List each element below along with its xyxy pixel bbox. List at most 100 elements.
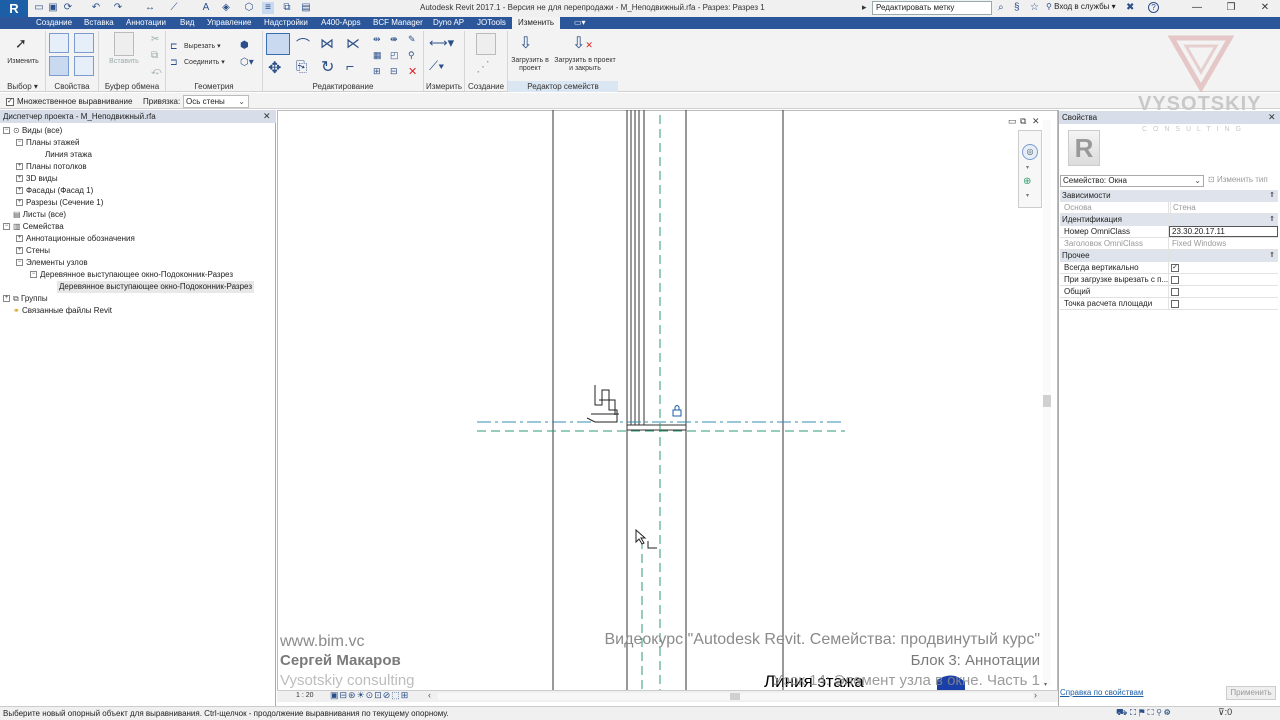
horizontal-scroll-thumb[interactable]: [730, 693, 740, 700]
tab-addins[interactable]: Надстройки: [264, 17, 308, 29]
tree-node-ceiling-plans[interactable]: + Планы потолков: [16, 161, 87, 173]
exchange-apps-icon[interactable]: ✖: [1126, 2, 1134, 13]
type-selector-dropdown[interactable]: Семейство: Окна ⌄: [1060, 175, 1204, 187]
panel-select[interactable]: Выбор ▾: [0, 81, 45, 92]
cut-icon[interactable]: ✂: [151, 34, 159, 45]
open-icon[interactable]: ▭: [33, 2, 45, 14]
tab-jotools[interactable]: JOTools: [477, 17, 506, 29]
always-vertical-checkbox[interactable]: ✓: [1171, 264, 1179, 272]
properties-help-link[interactable]: Справка по свойствам: [1060, 688, 1143, 697]
thin-lines-icon[interactable]: ≡: [262, 2, 274, 14]
group-other[interactable]: Прочее ⇑: [1060, 250, 1278, 262]
measure-icon[interactable]: ↔: [144, 2, 156, 14]
move-icon[interactable]: ✥: [268, 58, 281, 78]
subscription-icon[interactable]: §: [1014, 2, 1020, 13]
cut-geometry-icon[interactable]: ⊏: [170, 41, 178, 52]
application-menu-button[interactable]: R: [0, 0, 28, 17]
measure-distance-icon[interactable]: ⟷▾: [429, 35, 454, 51]
tab-bcf-manager[interactable]: BCF Manager: [373, 17, 423, 29]
selection-filter-icons[interactable]: ⛟⛶⚑⛶⚲⚙: [1116, 707, 1173, 719]
close-browser-icon[interactable]: ✕: [263, 111, 271, 122]
family-category-icon[interactable]: [74, 56, 94, 76]
view-restore-icon[interactable]: ⧉: [1020, 116, 1026, 127]
shared-checkbox[interactable]: [1171, 288, 1179, 296]
snap-select[interactable]: Ось стены ⌄: [183, 95, 249, 108]
section-icon[interactable]: ⬡: [243, 2, 255, 14]
room-calc-checkbox[interactable]: [1171, 300, 1179, 308]
view-control-icons[interactable]: ▣⊟⊛☀⊙⊡⊘⬚⊞: [330, 690, 409, 701]
split-gap-icon[interactable]: ⇼: [390, 34, 398, 45]
help-icon[interactable]: ?: [1148, 2, 1159, 13]
pin-icon[interactable]: ✎: [408, 34, 416, 45]
tree-node-detail-items[interactable]: − Элементы узлов: [16, 257, 88, 269]
undo-icon[interactable]: ↶: [90, 2, 102, 14]
load-into-project-icon[interactable]: ⇩: [519, 33, 532, 53]
apply-button[interactable]: Применить: [1226, 686, 1276, 700]
trim-multiple-icon[interactable]: ⊟: [390, 66, 398, 77]
tab-create[interactable]: Создание: [36, 17, 72, 29]
tree-node-floor-plans[interactable]: − Планы этажей: [16, 137, 79, 149]
tree-node-3d-views[interactable]: +3D виды: [16, 173, 58, 185]
dimension-icon[interactable]: ⟋: [168, 2, 180, 14]
join-geometry-button[interactable]: Соединить ▾: [184, 59, 225, 67]
delete-icon[interactable]: ✕: [408, 65, 417, 78]
load-and-close-button[interactable]: Загрузить в проект и закрыть: [552, 57, 618, 73]
type-properties-icon[interactable]: [49, 33, 69, 53]
rotate-icon[interactable]: ↻: [321, 57, 334, 77]
view-scale[interactable]: 1 : 20: [296, 692, 314, 699]
tree-item-floor-line[interactable]: Линия этажа: [45, 149, 92, 161]
mirror-draw-icon[interactable]: ⋉: [346, 35, 360, 52]
close-properties-icon[interactable]: ✕: [1268, 112, 1276, 123]
save-icon[interactable]: ▣: [47, 2, 59, 14]
switch-windows-icon[interactable]: ▤: [300, 2, 312, 14]
modify-button[interactable]: Изменить: [4, 58, 42, 66]
clipboard-icon[interactable]: [114, 32, 134, 56]
load-into-project-button[interactable]: Загрузить в проект: [510, 57, 550, 73]
tree-node-window-sill-family[interactable]: − Деревянное выступающее окно-Подоконник-…: [30, 269, 233, 281]
tree-item-window-sill-type[interactable]: Деревянное выступающее окно-Подоконник-Р…: [57, 281, 254, 293]
tree-node-revit-links[interactable]: ⚭ Связанные файлы Revit: [3, 305, 112, 317]
align-icon[interactable]: [266, 33, 290, 55]
tab-annotate[interactable]: Аннотации: [126, 17, 166, 29]
tab-view[interactable]: Вид: [180, 17, 194, 29]
trim-extend-icon[interactable]: ⌐: [346, 58, 354, 74]
tree-node-groups[interactable]: + ⧉ Группы: [3, 293, 48, 305]
tree-node-sections[interactable]: + Разрезы (Сечение 1): [16, 197, 103, 209]
redo-icon[interactable]: ↷: [112, 2, 124, 14]
cut-on-load-checkbox[interactable]: [1171, 276, 1179, 284]
join-geometry-icon[interactable]: ⊐: [170, 57, 178, 68]
aligned-dimension-icon[interactable]: ⟋▾: [429, 58, 444, 74]
minimize-icon[interactable]: —: [1180, 0, 1214, 17]
scroll-left-arrow-icon[interactable]: ‹: [428, 690, 431, 700]
tree-node-families[interactable]: − ▥ Семейства: [3, 221, 64, 233]
sync-icon[interactable]: ⟳: [62, 2, 74, 14]
close-window-icon[interactable]: ✕: [1248, 0, 1280, 17]
filter-icon[interactable]: ⊽:0: [1218, 707, 1232, 718]
edit-type-button[interactable]: ⊡ Изменить тип: [1208, 175, 1268, 184]
tree-node-views[interactable]: − ⊙ Виды (все): [3, 125, 62, 137]
family-types-icon[interactable]: [74, 33, 94, 53]
maximize-icon[interactable]: ❐: [1214, 0, 1248, 17]
3d-view-icon[interactable]: ◈: [220, 2, 232, 14]
close-hidden-icon[interactable]: ⧉: [281, 2, 293, 14]
view-close-icon[interactable]: ✕: [1032, 116, 1040, 127]
scroll-down-arrow-icon[interactable]: ▾: [1044, 681, 1047, 688]
user-icon[interactable]: [1036, 2, 1039, 13]
multi-align-checkbox[interactable]: ✓: [6, 97, 14, 106]
tab-dyno-ap[interactable]: Dyno AP: [433, 17, 464, 29]
zoom-dropdown-icon[interactable]: ▾: [1026, 192, 1029, 199]
split-face-icon[interactable]: ⬡▾: [240, 57, 254, 68]
void-geometry-icon[interactable]: ⬢: [240, 40, 249, 51]
tab-modify[interactable]: Изменить: [512, 17, 561, 29]
paste-button[interactable]: Вставить: [104, 58, 144, 66]
properties-icon[interactable]: [49, 56, 69, 76]
copy-element-icon[interactable]: ⎘: [296, 58, 307, 75]
tree-node-walls[interactable]: + Стены: [16, 245, 50, 257]
ribbon-minimize-icon[interactable]: ▭▾: [574, 17, 586, 29]
cut-geometry-button[interactable]: Вырезать ▾: [184, 43, 221, 51]
load-and-close-icon[interactable]: ⇩✕: [572, 33, 593, 53]
unpin-icon[interactable]: ⚲: [408, 50, 415, 61]
scale-icon[interactable]: ◰: [390, 50, 399, 61]
tab-insert[interactable]: Вставка: [84, 17, 114, 29]
search-expand-icon[interactable]: ▸: [862, 2, 867, 13]
